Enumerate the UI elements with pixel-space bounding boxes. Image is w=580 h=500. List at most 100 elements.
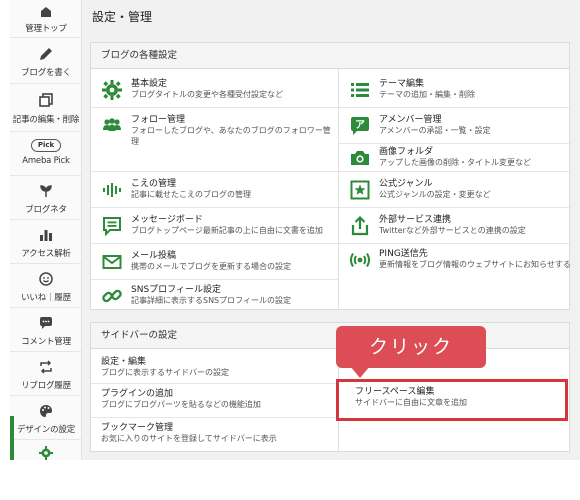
entry-external-services[interactable]: 外部サービス連携 Twitterなど外部サービスとの連携の設定	[339, 209, 571, 243]
sidebar-item-comment-management[interactable]: コメント管理	[10, 308, 81, 352]
entry-title: 設定・編集	[101, 357, 147, 367]
sidebar-item-label: ブログネタ	[25, 205, 67, 215]
entry-ping-destination[interactable]: PING送信先 更新情報をブログ情報のウェブサイトにお知らせする	[339, 243, 571, 277]
broadcast-icon	[350, 252, 370, 268]
sidebar-item-admin-top[interactable]: 管理トップ	[10, 0, 81, 38]
active-indicator	[10, 416, 14, 460]
entry-description: Twitterなど外部サービスとの連携の設定	[379, 226, 526, 235]
entry-title: PING送信先	[379, 249, 428, 259]
entry-description: ブログタイトルの変更や各種受付設定など	[131, 90, 283, 99]
panel-heading: サイドバーの設定	[91, 323, 569, 349]
pick-badge: Pick	[31, 139, 61, 152]
entry-description: フォローしたブログや、あなたのブログのフォロワー管理	[131, 126, 331, 146]
entry-theme-edit[interactable]: テーマ編集 テーマの追加・編集・削除	[339, 73, 571, 107]
smile-icon	[39, 272, 53, 286]
svg-text:ア: ア	[355, 119, 365, 131]
divider	[91, 243, 338, 244]
message-board-icon	[103, 217, 121, 237]
sidebar-item-label: いいね｜履歴	[21, 293, 71, 303]
bar-chart-icon	[40, 230, 52, 241]
entry-amember-management[interactable]: ア アメンバー管理 アメンバーの承認・一覧・設定	[339, 109, 571, 143]
entry-description: 記事詳細に表示するSNSプロフィールの設定	[131, 296, 291, 305]
users-icon	[103, 118, 121, 131]
admin-sidebar: 管理トップ ブログを書く 記事の編集・削除 Pick Ameba Pick ブロ…	[10, 0, 82, 460]
sidebar-item-edit-articles[interactable]: 記事の編集・削除	[10, 84, 81, 132]
page-title: 設定・管理	[92, 10, 153, 24]
reblog-icon	[40, 360, 52, 374]
sidebar-item-ameba-pick[interactable]: Pick Ameba Pick	[10, 132, 81, 176]
sidebar-item-design-settings[interactable]: デザインの設定	[10, 396, 81, 440]
entry-title: メール投稿	[131, 251, 177, 261]
sidebar-item-label: アクセス解析	[21, 249, 71, 259]
entry-follow-management[interactable]: フォロー管理 フォローしたブログや、あなたのブログのフォロワー管理	[91, 109, 338, 153]
callout-pointer	[350, 366, 370, 378]
entry-voice-management[interactable]: こえの管理 記事に載せたこえのブログの管理	[91, 173, 338, 207]
palette-icon	[40, 405, 52, 417]
entry-plugin-add[interactable]: プラグインの追加 ブログにブログパーツを貼るなどの機能追加	[91, 383, 338, 417]
chat-icon	[40, 317, 52, 329]
entry-title: フォロー管理	[131, 115, 186, 125]
gear-icon	[39, 446, 53, 460]
sidebar-item-label: デザインの設定	[16, 425, 76, 435]
entry-bookmark-management[interactable]: ブックマーク管理 お気に入りのサイトを登録してサイドバーに表示	[91, 417, 338, 451]
mail-icon	[102, 255, 122, 269]
home-icon	[41, 7, 51, 17]
entry-description: アップした画像の削除・タイトル変更など	[379, 158, 531, 167]
sidebar-item-label: コメント管理	[21, 337, 71, 347]
sprout-icon	[40, 185, 52, 197]
pencil-icon	[40, 48, 52, 60]
entry-title: 外部サービス連携	[379, 215, 452, 225]
entry-title: アメンバー管理	[379, 115, 442, 125]
divider	[339, 107, 571, 108]
divider	[339, 207, 571, 208]
copy-icon	[39, 93, 53, 107]
entry-title: SNSプロフィール設定	[131, 285, 221, 295]
amember-icon: ア	[351, 117, 369, 135]
entry-message-board[interactable]: メッセージボード ブログトップページ最新記事の上に自由に文書を追加	[91, 209, 338, 243]
entry-description: ブログにブログパーツを貼るなどの機能追加	[101, 400, 261, 409]
sidebar-item-access-analytics[interactable]: アクセス解析	[10, 220, 81, 264]
sidebar-item-settings[interactable]	[10, 440, 81, 460]
sidebar-item-label: Ameba Pick	[22, 156, 70, 166]
entry-sns-profile[interactable]: SNSプロフィール設定 記事詳細に表示するSNSプロフィールの設定	[91, 279, 338, 313]
divider	[91, 171, 338, 172]
sidebar-item-likes-history[interactable]: いいね｜履歴	[10, 264, 81, 308]
sidebar-item-write-blog[interactable]: ブログを書く	[10, 38, 81, 84]
star-icon	[350, 180, 370, 200]
entry-title: こえの管理	[131, 179, 177, 189]
sidebar-item-label: 記事の編集・削除	[12, 115, 80, 125]
entry-description: 記事に載せたこえのブログの管理	[131, 190, 251, 199]
blog-settings-panel: ブログの各種設定 基本設定 ブログタイトルの変更や各種受付設定など フォロー管理…	[90, 42, 571, 313]
entry-title: テーマ編集	[379, 79, 425, 89]
entry-image-folder[interactable]: 画像フォルダ アップした画像の削除・タイトル変更など	[339, 141, 571, 175]
click-callout: クリック	[336, 326, 486, 368]
highlight-box	[336, 379, 568, 421]
bottom-margin	[0, 460, 580, 500]
divider	[339, 171, 571, 172]
entry-title: メッセージボード	[131, 215, 203, 225]
entry-title: ブックマーク管理	[101, 423, 174, 433]
list-icon	[351, 83, 369, 97]
entry-description: ブログに表示するサイドバーの設定	[101, 368, 229, 377]
share-icon	[351, 215, 369, 236]
entry-description: 携帯のメールでブログを更新する場合の設定	[131, 262, 291, 271]
entry-description: お気に入りのサイトを登録してサイドバーに表示	[101, 434, 277, 443]
sidebar-item-blog-topics[interactable]: ブログネタ	[10, 176, 81, 220]
entry-official-genre[interactable]: 公式ジャンル 公式ジャンルの設定・変更など	[339, 173, 571, 207]
sidebar-item-reblog-history[interactable]: リブログ履歴	[10, 352, 81, 396]
entry-sidebar-edit[interactable]: 設定・編集 ブログに表示するサイドバーの設定	[91, 351, 338, 385]
sidebar-item-label: リブログ履歴	[21, 381, 71, 391]
panel-heading: ブログの各種設定	[91, 43, 569, 69]
entry-mail-posting[interactable]: メール投稿 携帯のメールでブログを更新する場合の設定	[91, 245, 338, 279]
entry-description: 更新情報をブログ情報のウェブサイトにお知らせする	[379, 260, 571, 269]
entry-description: 公式ジャンルの設定・変更など	[379, 190, 491, 199]
entry-title: 画像フォルダ	[379, 147, 434, 157]
voice-icon	[103, 183, 121, 197]
sidebar-item-label: 管理トップ	[25, 24, 67, 34]
link-icon	[102, 289, 122, 303]
divider	[91, 107, 338, 108]
entry-title: 公式ジャンル	[379, 179, 433, 189]
entry-description: ブログトップページ最新記事の上に自由に文書を追加	[131, 226, 323, 235]
entry-description: アメンバーの承認・一覧・設定	[379, 126, 491, 135]
entry-basic-settings[interactable]: 基本設定 ブログタイトルの変更や各種受付設定など	[91, 73, 338, 107]
